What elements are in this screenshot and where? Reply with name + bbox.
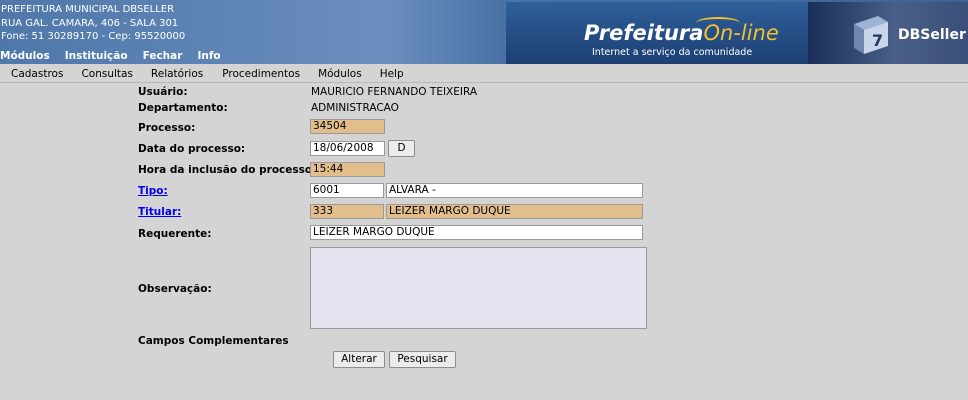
- menu-modulos[interactable]: Módulos: [318, 68, 362, 80]
- observacao-label: Observação:: [138, 283, 212, 295]
- pesquisar-button[interactable]: Pesquisar: [389, 351, 456, 368]
- alterar-button[interactable]: Alterar: [333, 351, 385, 368]
- menu-procedimentos[interactable]: Procedimentos: [222, 68, 300, 80]
- app-header: PREFEITURA MUNICIPAL DBSELLER RUA GAL. C…: [0, 0, 968, 64]
- prefeitura-online-logo: PrefeituraOn-line Internet a serviço da …: [506, 2, 808, 64]
- main-menu-bar: Cadastros Consultas Relatórios Procedime…: [0, 65, 968, 83]
- brand-name: DBSeller: [898, 27, 966, 43]
- menu-help[interactable]: Help: [380, 68, 404, 80]
- processo-field[interactable]: 34504: [310, 119, 385, 134]
- titular-code-field[interactable]: 333: [310, 204, 384, 219]
- dbseller-brand: 7 DBSeller: [808, 2, 968, 64]
- tipo-link[interactable]: Tipo:: [138, 185, 168, 197]
- svg-text:7: 7: [872, 31, 883, 50]
- municipality-address: RUA GAL. CAMARA, 406 - SALA 301: [1, 17, 179, 29]
- titular-link[interactable]: Titular:: [138, 206, 181, 218]
- date-picker-button[interactable]: D: [388, 140, 415, 157]
- menu-consultas[interactable]: Consultas: [81, 68, 132, 80]
- menu-relatorios[interactable]: Relatórios: [151, 68, 203, 80]
- titular-name-field[interactable]: LEIZER MARGO DUQUE: [386, 204, 643, 219]
- departamento-value: ADMINISTRACAO: [311, 102, 399, 114]
- top-menu-instituicao[interactable]: Instituição: [65, 50, 128, 64]
- municipality-phone: Fone: 51 30289170 - Cep: 95520000: [1, 31, 186, 42]
- top-menu-fechar[interactable]: Fechar: [143, 50, 183, 64]
- usuario-value: MAURICIO FERNANDO TEIXEIRA: [311, 86, 478, 98]
- hora-inclusao-field[interactable]: 15:44: [310, 162, 385, 177]
- logo-swoosh-icon: [696, 17, 740, 29]
- requerente-field[interactable]: LEIZER MARGO DUQUE: [310, 225, 643, 240]
- requerente-label: Requerente:: [138, 228, 212, 240]
- logo-prefix: Prefeitura: [584, 21, 704, 45]
- departamento-label: Departamento:: [138, 102, 228, 114]
- campos-complementares-label: Campos Complementares: [138, 335, 289, 347]
- observacao-textarea[interactable]: [310, 247, 647, 329]
- top-menu-info[interactable]: Info: [197, 50, 220, 64]
- menu-cadastros[interactable]: Cadastros: [11, 68, 63, 80]
- top-menu: Módulos Instituição Fechar Info: [0, 50, 236, 64]
- processo-label: Processo:: [138, 122, 196, 134]
- top-menu-modulos[interactable]: Módulos: [0, 50, 50, 64]
- logo-tagline: Internet a serviço da comunidade: [592, 47, 753, 58]
- dbseller-logo-icon: 7: [854, 16, 888, 54]
- tipo-description-field[interactable]: ALVARA -: [386, 183, 643, 198]
- municipality-name: PREFEITURA MUNICIPAL DBSELLER: [1, 4, 175, 15]
- data-processo-label: Data do processo:: [138, 143, 246, 155]
- hora-inclusao-label: Hora da inclusão do processo:: [138, 164, 317, 176]
- data-processo-field[interactable]: 18/06/2008: [310, 141, 385, 156]
- usuario-label: Usuário:: [138, 86, 188, 98]
- municipality-info: PREFEITURA MUNICIPAL DBSELLER RUA GAL. C…: [1, 3, 185, 44]
- tipo-code-field[interactable]: 6001: [310, 183, 384, 198]
